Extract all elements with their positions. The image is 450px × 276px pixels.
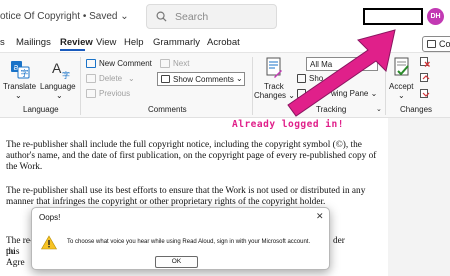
translate-icon[interactable]: a 字 [10, 59, 30, 79]
document-title[interactable]: otice Of Copyright • Saved ⌄ [0, 11, 129, 22]
new-comment-button[interactable]: New Comment [99, 59, 152, 68]
side-panel [388, 118, 450, 276]
accept-label[interactable]: Accept [389, 82, 413, 91]
tab-grammarly[interactable]: Grammarly [153, 37, 200, 48]
show-markup-icon [297, 74, 306, 83]
dialog-title: Oops! [39, 213, 61, 222]
chevron-down-icon: ⌄ [56, 91, 63, 100]
chevron-down-icon: ⌄ [15, 91, 22, 100]
next-comment-button[interactable]: Next [173, 59, 189, 68]
chevron-down-icon: ⌄ [398, 91, 405, 100]
highlight-box [363, 8, 423, 25]
tab-mailings[interactable]: Mailings [16, 37, 51, 48]
tab-review[interactable]: Review [60, 37, 93, 48]
show-comments-button[interactable]: Show Comments ⌄ [157, 72, 245, 86]
new-comment-icon [86, 59, 96, 68]
dialog-message: To choose what voice you hear while usin… [67, 239, 311, 245]
svg-text:字: 字 [62, 70, 70, 79]
group-separator [80, 57, 81, 115]
markup-dropdown[interactable]: All Ma [306, 57, 378, 71]
document-paragraph[interactable]: The re-publisher shall use its best effo… [6, 186, 386, 208]
show-comments-label: Show Comments [173, 75, 234, 84]
tab-references-partial[interactable]: s [0, 37, 5, 48]
accept-icon[interactable] [393, 57, 411, 79]
tab-help[interactable]: Help [124, 37, 144, 48]
previous-comment-button[interactable]: Previous [99, 89, 130, 98]
title-bar: otice Of Copyright • Saved ⌄ Search DH [0, 0, 450, 34]
track-changes-icon[interactable] [265, 57, 283, 79]
search-icon [156, 11, 167, 22]
error-dialog: Oops! ✕ To choose what voice you hear wh… [31, 207, 330, 270]
track-changes-label[interactable]: Track [264, 82, 284, 91]
chevron-down-icon: ⌄ [128, 74, 135, 83]
search-placeholder: Search [175, 11, 209, 23]
delete-comment-icon [86, 74, 96, 83]
tab-view[interactable]: View [96, 37, 116, 48]
reviewing-pane-button[interactable]: wing Pane ⌄ [331, 89, 377, 98]
track-changes-label-line2[interactable]: Changes ⌄ [254, 91, 295, 100]
svg-text:A: A [52, 60, 62, 76]
reject-icon[interactable] [420, 57, 430, 67]
show-markup-button[interactable]: Sho [309, 74, 323, 83]
active-tab-indicator [60, 49, 85, 51]
comments-button[interactable]: Co [422, 36, 450, 52]
comments-button-label: Co [439, 39, 450, 49]
warning-icon [41, 235, 57, 250]
comment-icon [427, 40, 436, 48]
document-paragraph[interactable]: The re-publisher shall include the full … [6, 140, 386, 173]
previous-change-icon[interactable] [420, 73, 430, 83]
translate-label[interactable]: Translate [3, 82, 36, 91]
group-label-comments: Comments [148, 105, 187, 114]
search-box[interactable]: Search [146, 4, 277, 29]
tab-acrobat[interactable]: Acrobat [207, 37, 240, 48]
reviewing-pane-icon [297, 89, 306, 98]
next-comment-icon [160, 59, 170, 68]
comment-icon [161, 75, 170, 83]
language-label[interactable]: Language [40, 82, 76, 91]
ribbon-tabs: s Mailings Review View Help Grammarly Ac… [0, 34, 450, 52]
delete-comment-button[interactable]: Delete [99, 74, 122, 83]
ok-button[interactable]: OK [155, 256, 198, 268]
avatar[interactable]: DH [427, 8, 444, 25]
group-launcher-icon[interactable]: ⌄ [376, 105, 382, 113]
group-separator [385, 57, 386, 115]
svg-text:字: 字 [21, 68, 29, 78]
group-label-tracking: Tracking [316, 105, 347, 114]
close-icon[interactable]: ✕ [316, 211, 324, 222]
group-label-changes: Changes [400, 105, 433, 114]
document-paragraph-fragment[interactable]: der [333, 236, 363, 247]
previous-comment-icon [86, 89, 96, 98]
ribbon: a 字 Translate ⌄ A 字 Language ⌄ Language … [0, 52, 450, 118]
group-label-language: Language [23, 105, 59, 114]
markup-dropdown-value: All Ma [310, 60, 333, 69]
language-icon[interactable]: A 字 [50, 59, 70, 79]
next-change-icon[interactable] [420, 89, 430, 99]
annotation-text: Already logged in! [232, 119, 344, 130]
chevron-down-icon: ⌄ [236, 74, 243, 83]
group-separator [252, 57, 253, 115]
